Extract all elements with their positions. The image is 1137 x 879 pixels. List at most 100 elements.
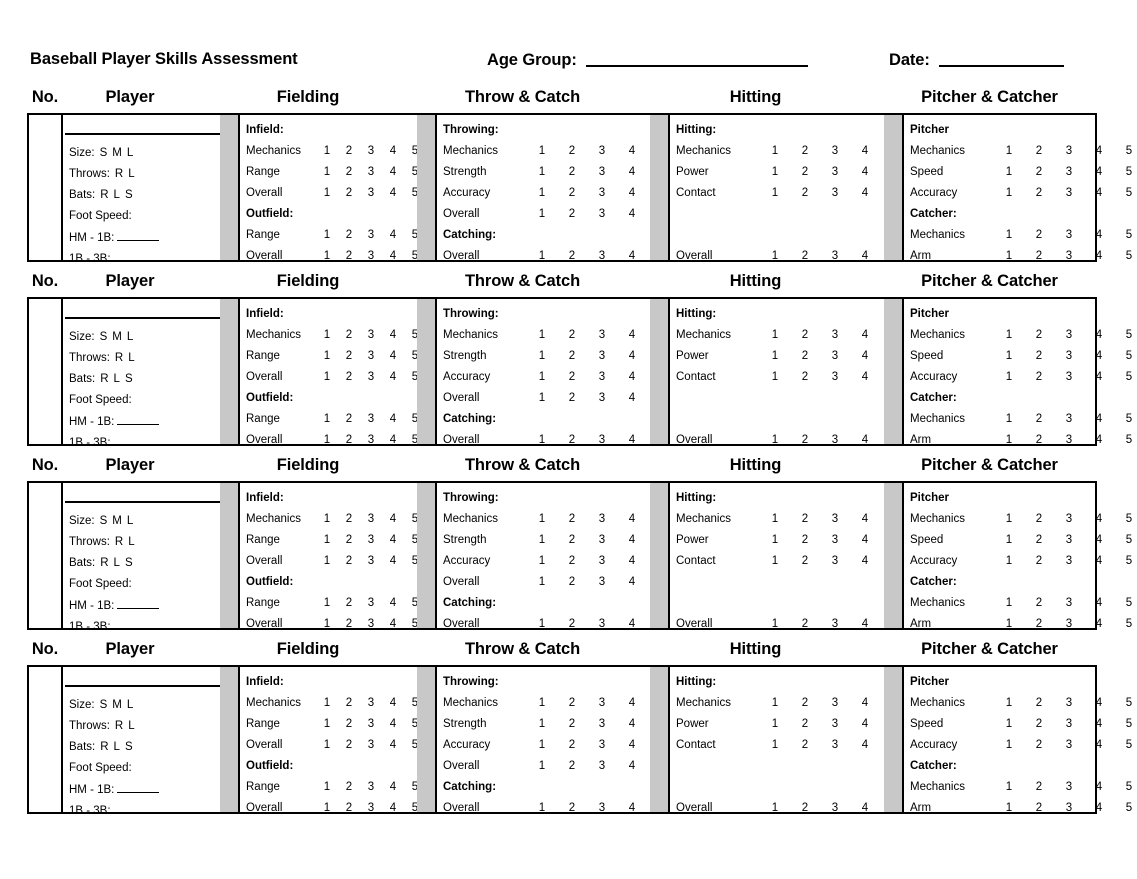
rating-option[interactable]: 2 — [1033, 781, 1045, 793]
rating-option[interactable]: 1 — [321, 802, 333, 814]
skill-rating-row[interactable]: Strength12345 — [443, 718, 665, 739]
rating-option[interactable]: 2 — [1033, 513, 1045, 525]
player-field-option[interactable]: M — [112, 515, 122, 527]
rating-option[interactable]: 4 — [387, 555, 399, 567]
player-field-bats[interactable]: Bats: R L S — [69, 189, 133, 201]
rating-option[interactable]: 1 — [1003, 329, 1015, 341]
rating-option[interactable]: 4 — [626, 166, 638, 178]
rating-option[interactable]: 4 — [626, 739, 638, 751]
rating-option[interactable]: 1 — [1003, 555, 1015, 567]
skill-rating-row[interactable]: Overall12345 — [246, 371, 420, 392]
rating-option[interactable]: 1 — [536, 350, 548, 362]
rating-option[interactable]: 1 — [1003, 534, 1015, 546]
rating-option[interactable]: 1 — [536, 718, 548, 730]
rating-option[interactable]: 4 — [1093, 434, 1105, 446]
rating-option[interactable]: 2 — [1033, 166, 1045, 178]
skill-rating-row[interactable]: Mechanics12345 — [910, 781, 1132, 802]
skill-rating-row[interactable]: Overall12345 — [443, 576, 665, 597]
skill-rating-row[interactable]: Speed 1 2 3 4 5 — [910, 166, 1132, 187]
rating-option[interactable]: 5 — [1123, 350, 1135, 362]
skill-rating-row[interactable]: Arm 1 2 3 4 5 — [910, 802, 1132, 823]
rating-option[interactable]: 1 — [536, 534, 548, 546]
skill-rating-row[interactable]: Overall12345 — [246, 618, 420, 639]
rating-option[interactable]: 1 — [769, 802, 781, 814]
rating-option[interactable]: 3 — [829, 513, 841, 525]
rating-option[interactable]: 4 — [626, 513, 638, 525]
rating-option[interactable]: 4 — [626, 534, 638, 546]
rating-option[interactable]: 4 — [387, 413, 399, 425]
rating-option[interactable]: 2 — [1033, 802, 1045, 814]
rating-option[interactable]: 1 — [536, 760, 548, 772]
skill-rating-row[interactable]: Mechanics12345 — [443, 329, 665, 350]
rating-option[interactable]: 5 — [1123, 555, 1135, 567]
player-field-1b-3b[interactable]: 1B - 3B: — [69, 620, 156, 633]
player-field-option[interactable]: L — [114, 373, 120, 385]
player-field-1b-3b[interactable]: 1B - 3B: — [69, 804, 156, 817]
rating-option[interactable]: 4 — [626, 760, 638, 772]
rating-option[interactable]: 3 — [829, 187, 841, 199]
rating-option[interactable]: 3 — [829, 434, 841, 446]
rating-option[interactable]: 1 — [536, 145, 548, 157]
rating-option[interactable]: 1 — [536, 329, 548, 341]
rating-option[interactable]: 5 — [1123, 250, 1135, 262]
rating-option[interactable]: 1 — [1003, 434, 1015, 446]
rating-option[interactable]: 3 — [365, 350, 377, 362]
rating-option[interactable]: 1 — [1003, 597, 1015, 609]
rating-option[interactable]: 1 — [1003, 166, 1015, 178]
rating-option[interactable]: 5 — [1123, 781, 1135, 793]
rating-option[interactable]: 4 — [1093, 718, 1105, 730]
rating-option[interactable]: 2 — [343, 618, 355, 630]
rating-option[interactable]: 3 — [1063, 166, 1075, 178]
rating-option[interactable]: 3 — [596, 555, 608, 567]
player-field-option[interactable]: L — [128, 720, 134, 732]
rating-option[interactable]: 3 — [1063, 329, 1075, 341]
player-field-throws[interactable]: Throws: R L — [69, 720, 135, 732]
rating-option[interactable]: 1 — [536, 166, 548, 178]
skill-rating-row[interactable]: Mechanics12345 — [246, 145, 420, 166]
rating-option[interactable]: 4 — [859, 250, 871, 262]
rating-option[interactable]: 4 — [1093, 229, 1105, 241]
rating-option[interactable]: 2 — [343, 697, 355, 709]
skill-rating-row[interactable]: Accuracy12345 — [910, 739, 1132, 760]
rating-option[interactable]: 4 — [859, 187, 871, 199]
rating-option[interactable]: 4 — [626, 718, 638, 730]
skill-rating-row[interactable]: Arm 1 2 3 4 5 — [910, 618, 1132, 639]
rating-option[interactable]: 1 — [321, 187, 333, 199]
rating-option[interactable]: 2 — [1033, 597, 1045, 609]
player-field-bats[interactable]: Bats: R L S — [69, 373, 133, 385]
skill-rating-row[interactable]: Accuracy12345 — [443, 187, 665, 208]
player-field-option[interactable]: S — [100, 515, 108, 527]
skill-rating-row[interactable]: Range 1 2 3 4 5 — [246, 229, 420, 250]
rating-option[interactable]: 2 — [799, 802, 811, 814]
rating-option[interactable]: 4 — [387, 250, 399, 262]
skill-rating-row[interactable]: Mechanics12345 — [910, 697, 1132, 718]
rating-option[interactable]: 1 — [321, 597, 333, 609]
rating-option[interactable]: 3 — [1063, 618, 1075, 630]
rating-option[interactable]: 1 — [536, 187, 548, 199]
rating-option[interactable]: 1 — [536, 392, 548, 404]
rating-option[interactable]: 1 — [321, 555, 333, 567]
rating-option[interactable]: 3 — [1063, 597, 1075, 609]
rating-option[interactable]: 3 — [1063, 229, 1075, 241]
rating-option[interactable]: 3 — [1063, 145, 1075, 157]
skill-rating-row[interactable]: Mechanics12345 — [246, 697, 420, 718]
rating-option[interactable]: 2 — [1033, 697, 1045, 709]
rating-option[interactable]: 1 — [321, 166, 333, 178]
rating-option[interactable]: 3 — [1063, 555, 1075, 567]
player-field-option[interactable]: S — [100, 699, 108, 711]
rating-option[interactable]: 1 — [536, 555, 548, 567]
skill-rating-row[interactable]: Accuracy12345 — [910, 371, 1132, 392]
skill-rating-row[interactable]: Overall12345 — [246, 187, 420, 208]
rating-option[interactable]: 4 — [626, 555, 638, 567]
rating-option[interactable]: 1 — [1003, 187, 1015, 199]
rating-option[interactable]: 2 — [343, 145, 355, 157]
rating-option[interactable]: 4 — [859, 329, 871, 341]
rating-option[interactable]: 2 — [566, 534, 578, 546]
rating-option[interactable]: 5 — [1123, 513, 1135, 525]
player-field-option[interactable]: L — [128, 352, 134, 364]
rating-option[interactable]: 2 — [566, 208, 578, 220]
rating-option[interactable]: 4 — [387, 697, 399, 709]
rating-option[interactable]: 4 — [859, 718, 871, 730]
player-field-hm-1b[interactable]: HM - 1B: — [69, 599, 160, 612]
rating-option[interactable]: 2 — [1033, 739, 1045, 751]
